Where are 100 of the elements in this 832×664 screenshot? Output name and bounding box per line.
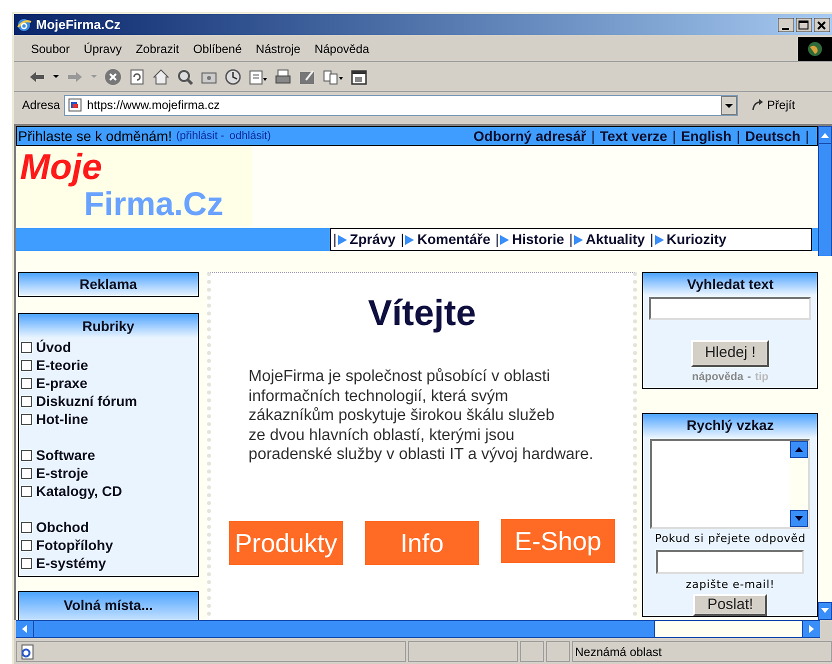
triangle-icon[interactable] — [500, 234, 510, 244]
menu-item[interactable]: Úpravy — [76, 40, 129, 58]
checkbox[interactable] — [21, 540, 32, 550]
menu-item[interactable]: Oblíbené — [186, 40, 249, 58]
dropdown-icon[interactable] — [721, 96, 738, 114]
category-item[interactable]: Katalogy, CD — [19, 482, 198, 500]
separator-text: | — [650, 230, 654, 249]
category-item[interactable]: E-teorie — [19, 356, 198, 374]
home-icon[interactable] — [152, 68, 170, 86]
page-icon — [68, 98, 82, 112]
scrollbar-thumb[interactable] — [818, 144, 832, 256]
address-label: Adresa — [22, 97, 60, 114]
category-item[interactable]: Obchod — [19, 518, 198, 536]
nav-link[interactable]: Aktuality — [586, 229, 645, 250]
security-zone-text: Neznámá oblast — [575, 644, 662, 660]
site-logo: Moje Firma.Cz — [16, 146, 252, 226]
separator-text: | — [495, 230, 500, 249]
separator-text: | — [805, 126, 810, 146]
left-arrow-icon[interactable] — [22, 625, 27, 633]
separator-text: | — [569, 230, 573, 249]
menu-item[interactable]: Soubor — [24, 40, 77, 58]
menu-item[interactable]: Nástroje — [248, 40, 308, 58]
nav-link[interactable]: Zprávy — [350, 229, 396, 250]
checkbox[interactable] — [21, 522, 32, 532]
down-arrow-icon[interactable] — [821, 608, 830, 614]
address-field[interactable]: https://www.mojefirma.cz — [64, 94, 738, 116]
checkbox[interactable] — [21, 414, 32, 424]
up-arrow-icon[interactable] — [821, 132, 830, 138]
section-header: Reklama — [18, 272, 199, 297]
menu-item[interactable]: Zobrazit — [128, 40, 186, 58]
reply-prompt: Pokud si přejete odpověd — [654, 530, 806, 546]
triangle-icon[interactable] — [338, 234, 347, 244]
checkbox[interactable] — [21, 558, 32, 568]
category-item[interactable]: Software — [19, 446, 198, 464]
separator-text: | — [400, 230, 404, 249]
checkbox[interactable] — [21, 486, 32, 496]
checkbox[interactable] — [21, 396, 32, 406]
window-title: MojeFirma.Cz — [36, 16, 121, 34]
header-link[interactable]: Deutsch — [745, 126, 800, 146]
separator-text: - — [747, 370, 752, 385]
go-button[interactable]: Přejít — [751, 96, 796, 114]
status-panel — [546, 641, 570, 662]
status-panel — [520, 641, 544, 662]
category-item[interactable]: Hot-line — [19, 410, 198, 428]
message-textarea[interactable] — [650, 438, 810, 528]
maximize-icon[interactable] — [796, 18, 812, 32]
logout-link[interactable]: odhlásit) — [229, 128, 271, 144]
close-icon[interactable] — [814, 18, 830, 32]
go-arrow-icon — [751, 98, 766, 112]
separator-text: | — [672, 126, 676, 146]
search-field[interactable] — [649, 297, 812, 320]
triangle-icon[interactable] — [574, 234, 583, 244]
checkbox[interactable] — [21, 360, 32, 370]
category-item[interactable]: Fotopřílohy — [19, 536, 198, 554]
refresh-icon[interactable] — [128, 68, 146, 86]
separator-text: | — [736, 126, 740, 146]
category-item[interactable]: E-systémy — [19, 554, 198, 572]
triangle-icon[interactable] — [654, 234, 664, 244]
checkbox[interactable] — [21, 450, 32, 460]
category-item[interactable]: Diskuzní fórum — [19, 392, 198, 410]
up-arrow-icon[interactable] — [795, 446, 804, 452]
separator-text: - — [220, 128, 224, 144]
search-button[interactable]: Hledej ! — [691, 340, 770, 367]
header-link[interactable]: Text verze — [600, 126, 668, 146]
search-icon[interactable] — [176, 68, 194, 86]
globe-logo — [798, 36, 832, 60]
vertical-scrollbar[interactable] — [818, 126, 832, 620]
send-button[interactable]: Poslat! — [693, 594, 768, 616]
edit-icon[interactable] — [298, 68, 316, 86]
printer-icon[interactable] — [274, 68, 292, 86]
discuss-icon[interactable] — [322, 68, 344, 86]
nav-link[interactable]: Historie — [512, 229, 564, 250]
section-header: Vyhledat text — [643, 273, 818, 295]
category-item[interactable]: E-stroje — [19, 464, 198, 482]
down-arrow-icon[interactable] — [795, 516, 804, 520]
horizontal-scrollbar[interactable] — [16, 620, 820, 638]
clock-icon[interactable] — [224, 68, 242, 86]
right-arrow-icon[interactable] — [809, 625, 814, 633]
separator-text: | — [591, 126, 595, 146]
checkbox[interactable] — [21, 468, 32, 478]
intro-paragraph: MojeFirma je společnost působící v oblasti informačních technologií, která svým zákazníkům poskytuje širokou škálu služeb ze dvou hlavních oblastí, kterými jsou poradenské služby v oblasti IT a vývoj hardware. — [248, 367, 594, 464]
section-header: Volná místa... — [18, 591, 199, 620]
category-item[interactable]: Úvod — [19, 338, 198, 356]
stop-icon[interactable] — [104, 68, 122, 86]
triangle-icon[interactable] — [405, 234, 414, 244]
menu-item[interactable]: Nápověda — [307, 40, 376, 58]
login-link[interactable]: (přihlásit — [176, 128, 218, 144]
nav-link[interactable]: Kuriozity — [666, 229, 726, 250]
email-hint: zapište e-mail! — [686, 577, 775, 593]
header-link[interactable]: Odborný adresář — [473, 126, 586, 146]
checkbox[interactable] — [21, 342, 32, 352]
separator-text: | — [333, 230, 337, 249]
browser-icon[interactable] — [16, 16, 32, 32]
header-link[interactable]: English — [680, 126, 732, 146]
minimize-icon[interactable] — [778, 18, 794, 32]
checkbox[interactable] — [21, 378, 32, 388]
email-field[interactable] — [656, 550, 804, 574]
window-icon[interactable] — [350, 68, 368, 86]
category-item[interactable]: E-praxe — [19, 374, 198, 392]
nav-link[interactable]: Komentáře — [417, 229, 490, 250]
